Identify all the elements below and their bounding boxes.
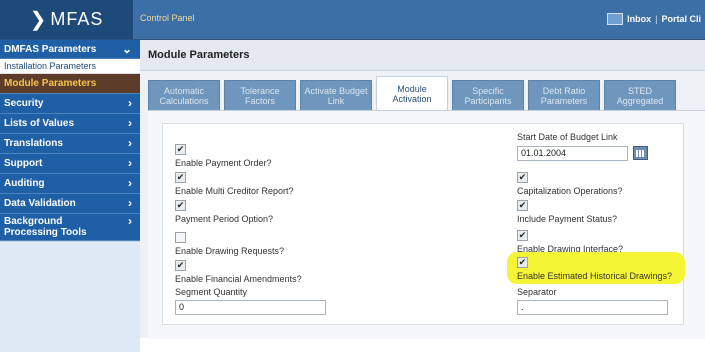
tab-activate-budget-link[interactable]: Activate Budget Link xyxy=(300,80,372,112)
sidebar-item-auditing[interactable]: Auditing › xyxy=(0,174,140,194)
tab-specific-participants[interactable]: Specific Participants xyxy=(452,80,524,112)
tab-tolerance-factors[interactable]: Tolerance Factors xyxy=(224,80,296,112)
logo: ❯ MFAS xyxy=(0,0,133,39)
tab-automatic-calculations[interactable]: Automatic Calculations xyxy=(148,80,220,112)
field-label: Include Payment Status? xyxy=(517,214,618,224)
field-label: Enable Estimated Historical Drawings? xyxy=(517,271,673,281)
sidebar-item-translations[interactable]: Translations › xyxy=(0,134,140,154)
field-enable-multi-creditor-report: ✔ Enable Multi Creditor Report? xyxy=(175,172,294,196)
chevron-down-icon[interactable]: ⌄ xyxy=(122,40,132,59)
drawing-requests-checkbox[interactable] xyxy=(175,232,186,243)
sidebar-item-module-parameters[interactable]: Module Parameters xyxy=(0,74,140,94)
payment-status-checkbox[interactable]: ✔ xyxy=(517,200,528,211)
field-enable-drawing-requests: Enable Drawing Requests? xyxy=(175,232,284,256)
drawing-interface-checkbox[interactable]: ✔ xyxy=(517,230,528,241)
module-activation-form: ✔ Enable Payment Order? ✔ Enable Multi C… xyxy=(162,123,685,325)
inbox-link[interactable]: Inbox xyxy=(627,14,651,24)
logo-text: MFAS xyxy=(50,9,104,29)
sidebar-header[interactable]: DMFAS Parameters ⌄ xyxy=(0,40,140,59)
chevron-right-icon: › xyxy=(128,116,132,130)
tab-bar: Automatic Calculations Tolerance Factors… xyxy=(148,76,676,112)
chevron-right-icon: › xyxy=(128,196,132,210)
sidebar-item-label: Background Processing Tools xyxy=(4,216,87,238)
field-enable-payment-order: ✔ Enable Payment Order? xyxy=(175,144,272,168)
sidebar-item-security[interactable]: Security › xyxy=(0,94,140,114)
chevron-right-icon: › xyxy=(128,136,132,150)
chevron-right-icon: › xyxy=(128,176,132,190)
page-title: Module Parameters xyxy=(148,49,250,61)
sidebar-header-label: DMFAS Parameters xyxy=(4,44,97,55)
separator-input[interactable]: . xyxy=(517,300,668,315)
tab-module-activation[interactable]: Module Activation xyxy=(376,76,448,111)
panel-title: Control Panel xyxy=(140,13,195,23)
field-enable-drawing-interface: ✔ Enable Drawing Interface? xyxy=(517,230,623,254)
calendar-icon[interactable] xyxy=(633,146,648,160)
sidebar-item-label: Translations xyxy=(4,138,63,149)
separator-label: Separator xyxy=(517,287,557,297)
sidebar-item-label: Auditing xyxy=(4,178,45,189)
main-header: Module Parameters xyxy=(140,40,705,71)
sidebar-item-data-validation[interactable]: Data Validation › xyxy=(0,194,140,214)
field-label: Enable Financial Amendments? xyxy=(175,274,302,284)
sidebar-fill xyxy=(0,241,140,352)
top-links: Inbox | Portal Cli xyxy=(607,13,701,25)
portal-link[interactable]: Portal Cli xyxy=(661,14,701,24)
segment-quantity-label: Segment Quantity xyxy=(175,287,248,297)
segment-quantity-input[interactable]: 0 xyxy=(175,300,326,315)
financial-amendments-checkbox[interactable]: ✔ xyxy=(175,260,186,271)
start-date-input[interactable]: 01.01.2004 xyxy=(517,146,628,161)
sidebar-item-installation-parameters[interactable]: Installation Parameters xyxy=(0,59,140,74)
sidebar-item-support[interactable]: Support › xyxy=(0,154,140,174)
field-label: Enable Multi Creditor Report? xyxy=(175,186,294,196)
chevron-right-icon: › xyxy=(128,96,132,110)
field-label: Enable Drawing Requests? xyxy=(175,246,285,256)
logo-mark-icon: ❯ xyxy=(29,9,48,31)
sidebar: DMFAS Parameters ⌄ Installation Paramete… xyxy=(0,40,140,352)
sidebar-item-lists-of-values[interactable]: Lists of Values › xyxy=(0,114,140,134)
sidebar-item-label: Data Validation xyxy=(4,198,76,209)
field-include-payment-status: ✔ Include Payment Status? xyxy=(517,200,617,224)
start-date-label: Start Date of Budget Link xyxy=(517,132,618,142)
field-enable-financial-amendments: ✔ Enable Financial Amendments? xyxy=(175,260,302,284)
top-separator: | xyxy=(655,14,658,24)
payment-period-checkbox[interactable]: ✔ xyxy=(175,200,186,211)
main-panel: Module Parameters Automatic Calculations… xyxy=(140,40,705,339)
estimated-historical-drawings-checkbox[interactable]: ✔ xyxy=(517,257,528,268)
tab-content: ✔ Enable Payment Order? ✔ Enable Multi C… xyxy=(148,110,705,339)
sidebar-item-label: Support xyxy=(4,158,43,169)
field-label: Capitalization Operations? xyxy=(517,186,623,196)
field-capitalization-operations: ✔ Capitalization Operations? xyxy=(517,172,623,196)
sidebar-item-label: Lists of Values xyxy=(4,118,75,129)
field-payment-period-option: ✔ Payment Period Option? xyxy=(175,200,273,224)
chevron-right-icon: › xyxy=(128,214,132,228)
field-label: Payment Period Option? xyxy=(175,214,274,224)
sidebar-item-label: Module Parameters xyxy=(4,78,97,89)
capitalization-checkbox[interactable]: ✔ xyxy=(517,172,528,183)
top-bar: ❯ MFAS Control Panel Inbox | Portal Cli xyxy=(0,0,705,40)
chevron-right-icon: › xyxy=(128,156,132,170)
tab-debt-ratio-parameters[interactable]: Debt Ratio Parameters xyxy=(528,80,600,112)
sidebar-item-background-processing-tools[interactable]: Background Processing Tools › xyxy=(0,214,140,241)
inbox-icon[interactable] xyxy=(607,13,624,25)
sidebar-item-label: Security xyxy=(4,98,44,109)
tab-sted-aggregated[interactable]: STED Aggregated xyxy=(604,80,676,112)
multi-creditor-checkbox[interactable]: ✔ xyxy=(175,172,186,183)
payment-order-checkbox[interactable]: ✔ xyxy=(175,144,186,155)
field-label: Enable Payment Order? xyxy=(175,158,272,168)
sidebar-item-label: Installation Parameters xyxy=(4,61,97,71)
field-enable-estimated-historical-drawings: ✔ Enable Estimated Historical Drawings? xyxy=(517,257,672,281)
